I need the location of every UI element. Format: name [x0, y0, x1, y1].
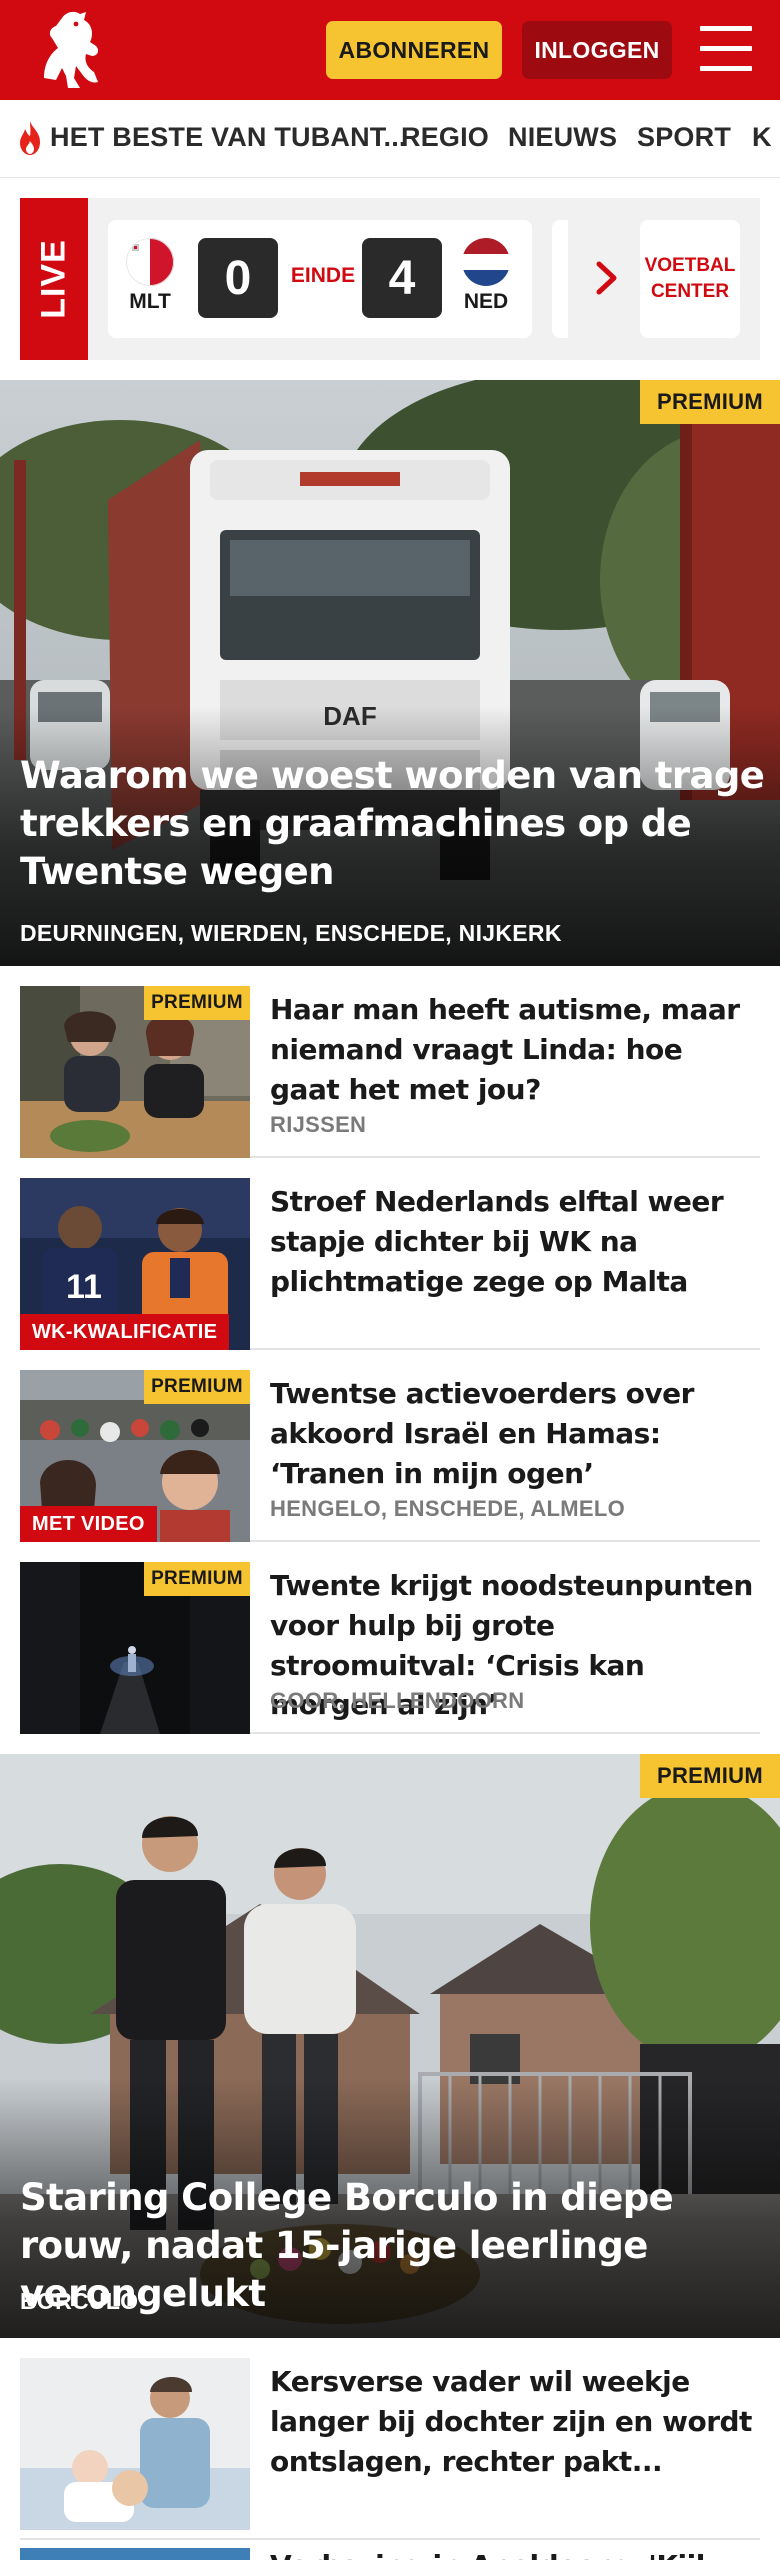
list-item[interactable]: Verbazing in Apeldoorn: 'Kijk die ...' [20, 2532, 760, 2560]
list-item[interactable]: PREMIUM MET VIDEO Twentse actievoerders … [20, 1350, 760, 1542]
live-label: LIVE [20, 198, 88, 360]
article-thumbnail [20, 2358, 250, 2530]
article-thumbnail: PREMIUM [20, 986, 250, 1158]
away-score: 4 [362, 238, 442, 318]
premium-badge: PREMIUM [640, 1754, 780, 1798]
login-button[interactable]: INLOGGEN [522, 21, 672, 79]
article-title[interactable]: Stroef Nederlands elftal weer stapje dic… [270, 1182, 760, 1301]
article-thumbnail: PREMIUM [20, 1562, 250, 1734]
article-thumbnail: PREMIUM MET VIDEO [20, 1370, 250, 1542]
subscribe-button[interactable]: ABONNEREN [326, 21, 502, 79]
category-tag: MET VIDEO [20, 1506, 157, 1542]
premium-badge: PREMIUM [144, 1562, 250, 1596]
nav-item-nieuws[interactable]: NIEUWS [508, 122, 617, 153]
article-location: RIJSSEN [270, 1112, 367, 1137]
nav-item-best-of[interactable]: HET BESTE VAN TUBANT... [50, 122, 407, 153]
article-title[interactable]: Twentse actievoerders over akkoord Israë… [270, 1374, 760, 1493]
home-score: 0 [198, 238, 278, 318]
next-match-card-edge[interactable] [552, 220, 568, 338]
hero-article-1[interactable]: DAF PREMIUM Waarom we woest worden van t… [0, 380, 780, 966]
home-team-code: MLT [129, 290, 171, 313]
nav-item-regio[interactable]: REGIO [401, 122, 489, 153]
article-title[interactable]: Verbazing in Apeldoorn: 'Kijk die ...' [270, 2546, 760, 2560]
nav-item-partial[interactable]: K [752, 122, 772, 153]
live-score-widget: LIVE MLT 0 EINDE 4 NED VOETBAL CENTER [20, 198, 760, 360]
article-title[interactable]: Haar man heeft autisme, maar niemand vra… [270, 990, 760, 1109]
category-tag: WK-KWALIFICATIE [20, 1314, 230, 1350]
hero-title[interactable]: Waarom we woest worden van trage trekker… [20, 752, 770, 896]
article-thumbnail: 11 WK-KWALIFICATIE [20, 1178, 250, 1350]
malta-flag-icon [126, 238, 174, 286]
article-location: GOOR, HELLENDOORN [270, 1688, 525, 1713]
premium-badge: PREMIUM [144, 1370, 250, 1404]
away-team-code: NED [463, 290, 509, 313]
hero-location: BORCULO [20, 2288, 139, 2314]
list-item[interactable]: 11 WK-KWALIFICATIE Stroef Nederlands elf… [20, 1158, 760, 1350]
hero-location: DEURNINGEN, WIERDEN, ENSCHEDE, NIJKERK [20, 920, 562, 946]
flame-icon [20, 121, 40, 155]
section-nav: HET BESTE VAN TUBANT... REGIO NIEUWS SPO… [0, 100, 780, 178]
voetbal-center-link[interactable]: VOETBAL CENTER [640, 220, 740, 338]
match-card[interactable]: MLT 0 EINDE 4 NED [108, 220, 532, 338]
list-item[interactable]: Kersverse vader wil weekje langer bij do… [20, 2338, 760, 2540]
match-status: EINDE [290, 264, 356, 287]
list-item[interactable]: PREMIUM Haar man heeft autisme, maar nie… [20, 966, 760, 1158]
hero-article-2[interactable]: PREMIUM Staring College Borculo in diepe… [0, 1754, 780, 2338]
svg-text:11: 11 [66, 1268, 102, 1306]
article-title[interactable]: Kersverse vader wil weekje langer bij do… [270, 2362, 760, 2481]
top-header: ABONNEREN INLOGGEN [0, 0, 780, 100]
list-item[interactable]: PREMIUM Twente krijgt noodsteunpunten vo… [20, 1542, 760, 1734]
premium-badge: PREMIUM [640, 380, 780, 424]
article-thumbnail [20, 2548, 250, 2560]
premium-badge: PREMIUM [144, 986, 250, 1020]
article-location: HENGELO, ENSCHEDE, ALMELO [270, 1496, 626, 1521]
netherlands-flag-icon [462, 238, 510, 286]
tubantia-horse-logo[interactable] [34, 8, 106, 92]
nav-item-sport[interactable]: SPORT [637, 122, 731, 153]
chevron-right-icon[interactable] [594, 260, 620, 296]
menu-icon[interactable] [700, 26, 752, 72]
